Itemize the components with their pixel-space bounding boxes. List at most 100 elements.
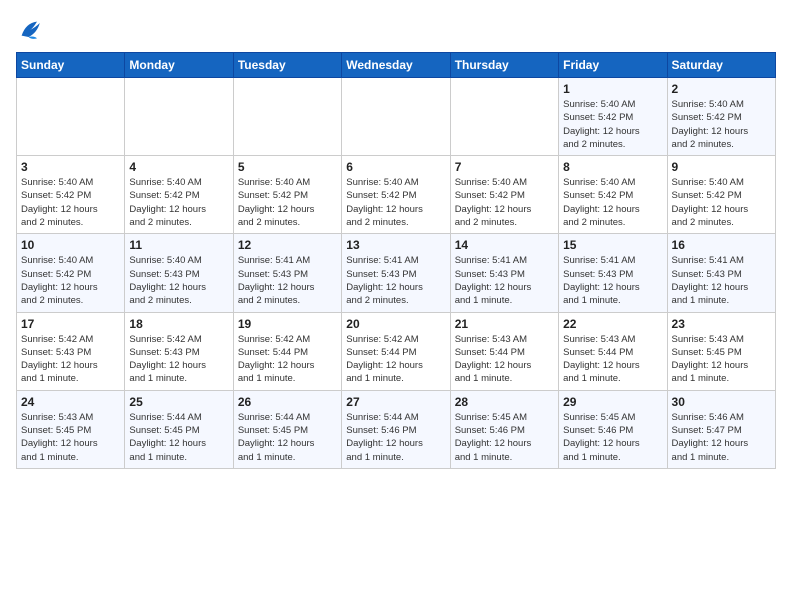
calendar-week-row: 1 Sunrise: 5:40 AMSunset: 5:42 PMDaylight… [17, 78, 776, 156]
calendar-header-row: SundayMondayTuesdayWednesdayThursdayFrid… [17, 53, 776, 78]
day-number: 13 [346, 238, 445, 252]
day-number: 6 [346, 160, 445, 174]
calendar-cell: 19 Sunrise: 5:42 AMSunset: 5:44 PMDayligh… [233, 312, 341, 390]
calendar-header-monday: Monday [125, 53, 233, 78]
day-number: 25 [129, 395, 228, 409]
calendar-cell: 15 Sunrise: 5:41 AMSunset: 5:43 PMDayligh… [559, 234, 667, 312]
day-number: 23 [672, 317, 771, 331]
calendar-cell: 26 Sunrise: 5:44 AMSunset: 5:45 PMDayligh… [233, 390, 341, 468]
day-info: Sunrise: 5:43 AMSunset: 5:45 PMDaylight:… [21, 411, 120, 464]
day-info: Sunrise: 5:40 AMSunset: 5:42 PMDaylight:… [21, 254, 120, 307]
day-info: Sunrise: 5:40 AMSunset: 5:42 PMDaylight:… [672, 98, 771, 151]
calendar-cell: 30Sunrise: 5:46 AMSunset: 5:47 PMDayligh… [667, 390, 775, 468]
calendar-cell: 9 Sunrise: 5:40 AMSunset: 5:42 PMDaylight… [667, 156, 775, 234]
day-info: Sunrise: 5:44 AMSunset: 5:45 PMDaylight:… [129, 411, 228, 464]
calendar-header-wednesday: Wednesday [342, 53, 450, 78]
calendar-cell: 7Sunrise: 5:40 AMSunset: 5:42 PMDaylight… [450, 156, 558, 234]
calendar-cell [342, 78, 450, 156]
day-info: Sunrise: 5:40 AMSunset: 5:42 PMDaylight:… [238, 176, 337, 229]
day-number: 8 [563, 160, 662, 174]
day-info: Sunrise: 5:44 AMSunset: 5:45 PMDaylight:… [238, 411, 337, 464]
day-number: 12 [238, 238, 337, 252]
calendar-cell: 1 Sunrise: 5:40 AMSunset: 5:42 PMDaylight… [559, 78, 667, 156]
day-number: 20 [346, 317, 445, 331]
calendar-cell: 18 Sunrise: 5:42 AMSunset: 5:43 PMDayligh… [125, 312, 233, 390]
day-info: Sunrise: 5:42 AMSunset: 5:44 PMDaylight:… [238, 333, 337, 386]
day-number: 9 [672, 160, 771, 174]
day-number: 18 [129, 317, 228, 331]
day-info: Sunrise: 5:40 AMSunset: 5:42 PMDaylight:… [346, 176, 445, 229]
day-number: 24 [21, 395, 120, 409]
calendar-week-row: 3 Sunrise: 5:40 AMSunset: 5:42 PMDaylight… [17, 156, 776, 234]
day-number: 29 [563, 395, 662, 409]
calendar-cell: 27Sunrise: 5:44 AMSunset: 5:46 PMDayligh… [342, 390, 450, 468]
day-number: 26 [238, 395, 337, 409]
day-number: 16 [672, 238, 771, 252]
day-number: 7 [455, 160, 554, 174]
day-info: Sunrise: 5:46 AMSunset: 5:47 PMDaylight:… [672, 411, 771, 464]
day-number: 22 [563, 317, 662, 331]
calendar-cell [125, 78, 233, 156]
day-number: 2 [672, 82, 771, 96]
calendar-cell [17, 78, 125, 156]
day-info: Sunrise: 5:40 AMSunset: 5:42 PMDaylight:… [129, 176, 228, 229]
calendar-header-thursday: Thursday [450, 53, 558, 78]
day-number: 1 [563, 82, 662, 96]
calendar: SundayMondayTuesdayWednesdayThursdayFrid… [16, 52, 776, 469]
calendar-cell: 12 Sunrise: 5:41 AMSunset: 5:43 PMDayligh… [233, 234, 341, 312]
calendar-cell: 4 Sunrise: 5:40 AMSunset: 5:42 PMDaylight… [125, 156, 233, 234]
calendar-cell: 16 Sunrise: 5:41 AMSunset: 5:43 PMDayligh… [667, 234, 775, 312]
calendar-cell: 13 Sunrise: 5:41 AMSunset: 5:43 PMDayligh… [342, 234, 450, 312]
day-info: Sunrise: 5:40 AMSunset: 5:42 PMDaylight:… [563, 176, 662, 229]
day-number: 27 [346, 395, 445, 409]
calendar-cell: 22 Sunrise: 5:43 AMSunset: 5:44 PMDayligh… [559, 312, 667, 390]
day-info: Sunrise: 5:40 AMSunset: 5:43 PMDaylight:… [129, 254, 228, 307]
calendar-header-saturday: Saturday [667, 53, 775, 78]
header [16, 16, 776, 44]
calendar-cell: 5 Sunrise: 5:40 AMSunset: 5:42 PMDaylight… [233, 156, 341, 234]
calendar-cell: 6 Sunrise: 5:40 AMSunset: 5:42 PMDaylight… [342, 156, 450, 234]
day-info: Sunrise: 5:41 AMSunset: 5:43 PMDaylight:… [346, 254, 445, 307]
day-number: 28 [455, 395, 554, 409]
day-info: Sunrise: 5:41 AMSunset: 5:43 PMDaylight:… [563, 254, 662, 307]
calendar-cell: 10Sunrise: 5:40 AMSunset: 5:42 PMDayligh… [17, 234, 125, 312]
day-info: Sunrise: 5:41 AMSunset: 5:43 PMDaylight:… [672, 254, 771, 307]
calendar-cell: 8 Sunrise: 5:40 AMSunset: 5:42 PMDaylight… [559, 156, 667, 234]
calendar-cell: 14Sunrise: 5:41 AMSunset: 5:43 PMDayligh… [450, 234, 558, 312]
day-info: Sunrise: 5:40 AMSunset: 5:42 PMDaylight:… [21, 176, 120, 229]
calendar-cell: 20 Sunrise: 5:42 AMSunset: 5:44 PMDayligh… [342, 312, 450, 390]
calendar-cell: 21 Sunrise: 5:43 AMSunset: 5:44 PMDayligh… [450, 312, 558, 390]
day-info: Sunrise: 5:45 AMSunset: 5:46 PMDaylight:… [563, 411, 662, 464]
calendar-week-row: 10Sunrise: 5:40 AMSunset: 5:42 PMDayligh… [17, 234, 776, 312]
day-number: 5 [238, 160, 337, 174]
calendar-cell: 23Sunrise: 5:43 AMSunset: 5:45 PMDayligh… [667, 312, 775, 390]
calendar-cell: 25 Sunrise: 5:44 AMSunset: 5:45 PMDayligh… [125, 390, 233, 468]
calendar-cell: 17 Sunrise: 5:42 AMSunset: 5:43 PMDayligh… [17, 312, 125, 390]
day-number: 3 [21, 160, 120, 174]
day-number: 4 [129, 160, 228, 174]
calendar-header-sunday: Sunday [17, 53, 125, 78]
calendar-cell: 28 Sunrise: 5:45 AMSunset: 5:46 PMDayligh… [450, 390, 558, 468]
day-info: Sunrise: 5:41 AMSunset: 5:43 PMDaylight:… [238, 254, 337, 307]
day-number: 15 [563, 238, 662, 252]
day-info: Sunrise: 5:40 AMSunset: 5:42 PMDaylight:… [563, 98, 662, 151]
calendar-header-tuesday: Tuesday [233, 53, 341, 78]
calendar-cell: 24 Sunrise: 5:43 AMSunset: 5:45 PMDayligh… [17, 390, 125, 468]
calendar-week-row: 17 Sunrise: 5:42 AMSunset: 5:43 PMDayligh… [17, 312, 776, 390]
day-info: Sunrise: 5:42 AMSunset: 5:43 PMDaylight:… [21, 333, 120, 386]
day-number: 17 [21, 317, 120, 331]
logo[interactable] [16, 16, 48, 44]
day-info: Sunrise: 5:43 AMSunset: 5:44 PMDaylight:… [455, 333, 554, 386]
calendar-week-row: 24 Sunrise: 5:43 AMSunset: 5:45 PMDayligh… [17, 390, 776, 468]
calendar-cell [233, 78, 341, 156]
day-info: Sunrise: 5:43 AMSunset: 5:44 PMDaylight:… [563, 333, 662, 386]
day-info: Sunrise: 5:40 AMSunset: 5:42 PMDaylight:… [672, 176, 771, 229]
day-number: 21 [455, 317, 554, 331]
day-info: Sunrise: 5:45 AMSunset: 5:46 PMDaylight:… [455, 411, 554, 464]
calendar-cell: 29 Sunrise: 5:45 AMSunset: 5:46 PMDayligh… [559, 390, 667, 468]
day-info: Sunrise: 5:42 AMSunset: 5:43 PMDaylight:… [129, 333, 228, 386]
day-number: 19 [238, 317, 337, 331]
calendar-header-friday: Friday [559, 53, 667, 78]
day-info: Sunrise: 5:42 AMSunset: 5:44 PMDaylight:… [346, 333, 445, 386]
day-number: 14 [455, 238, 554, 252]
